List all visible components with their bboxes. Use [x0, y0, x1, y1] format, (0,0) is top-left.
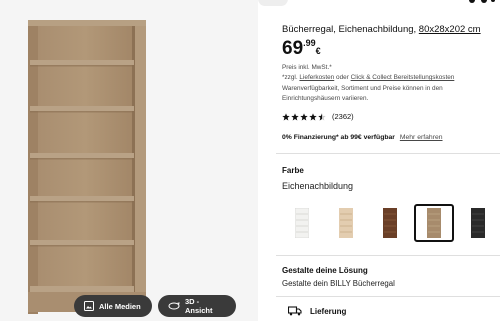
divider: [276, 255, 500, 256]
notes-rest: Warenverfügbarkeit, Sortiment und Preise…: [282, 84, 443, 103]
swatch-oak-effect[interactable]: [414, 204, 454, 242]
swatch-black-brown[interactable]: [458, 204, 498, 242]
divider: [276, 296, 500, 297]
price-currency: €: [315, 46, 321, 56]
top-pill: [258, 0, 288, 6]
solution-heading: Gestalte deine Lösung: [282, 266, 368, 275]
vat-note: Preis inkl. MwSt.*: [282, 64, 332, 71]
financing-info: 0% Finanzierung* ab 99€ verfügbar Mehr e…: [282, 134, 443, 141]
star-icon: [291, 112, 299, 121]
star-icon: [300, 112, 308, 121]
bookcase-thumbnail-white: [295, 208, 309, 238]
header-icons: [469, 0, 495, 3]
star-half-icon: [318, 112, 326, 121]
product-media[interactable]: Alle Medien 3D -Ansicht: [0, 0, 258, 321]
gallery-icon: [84, 301, 94, 311]
view-3d-button[interactable]: 3D -Ansicht: [158, 295, 236, 317]
bookcase-image: [28, 20, 146, 314]
learn-more-link[interactable]: Mehr erfahren: [400, 134, 443, 141]
click-collect-link[interactable]: Click & Collect Bereitstellungskosten: [351, 74, 455, 81]
star-icon: [309, 112, 317, 121]
solution-link[interactable]: Gestalte dein BILLY Bücherregal: [282, 279, 395, 288]
notes-prefix: *zzgl.: [282, 74, 298, 81]
rating-count: (2362): [332, 112, 354, 121]
bookcase-thumbnail-birch: [339, 208, 353, 238]
divider: [276, 153, 500, 154]
rotate-3d-icon: [168, 302, 180, 310]
color-swatches: [282, 204, 500, 242]
price-decimal: .99: [303, 38, 316, 48]
bookcase-thumbnail-walnut: [383, 208, 397, 238]
product-title-text: Bücherregal, Eichenachbildung,: [282, 24, 417, 35]
price-integer: 69: [282, 38, 304, 59]
truck-icon: [288, 306, 302, 316]
delivery-option[interactable]: Lieferung: [288, 306, 346, 316]
financing-text: 0% Finanzierung* ab 99€ verfügbar: [282, 134, 395, 141]
rating-stars: [282, 112, 326, 121]
swatch-birch[interactable]: [326, 204, 366, 242]
swatch-brown-walnut[interactable]: [370, 204, 410, 242]
product-size-link[interactable]: 80x28x202 cm: [419, 24, 481, 35]
price-notes: *zzgl. Lieferkosten oder Click & Collect…: [282, 73, 488, 105]
delivery-costs-link[interactable]: Lieferkosten: [299, 74, 334, 81]
delivery-label: Lieferung: [310, 306, 347, 316]
all-media-label: Alle Medien: [99, 301, 141, 311]
notes-mid: oder: [336, 74, 349, 81]
product-title: Bücherregal, Eichenachbildung, 80x28x202…: [282, 24, 481, 35]
bookcase-thumbnail-black: [471, 208, 485, 238]
product-rating[interactable]: (2362): [282, 112, 354, 121]
star-icon: [282, 112, 290, 121]
all-media-button[interactable]: Alle Medien: [74, 295, 152, 317]
color-heading: Farbe: [282, 166, 304, 175]
bookcase-thumbnail-oak: [427, 208, 441, 238]
swatch-white[interactable]: [282, 204, 322, 242]
color-value: Eichenachbildung: [282, 181, 354, 191]
product-price: 69.99€: [282, 38, 321, 60]
view-3d-label: 3D -Ansicht: [185, 297, 213, 315]
